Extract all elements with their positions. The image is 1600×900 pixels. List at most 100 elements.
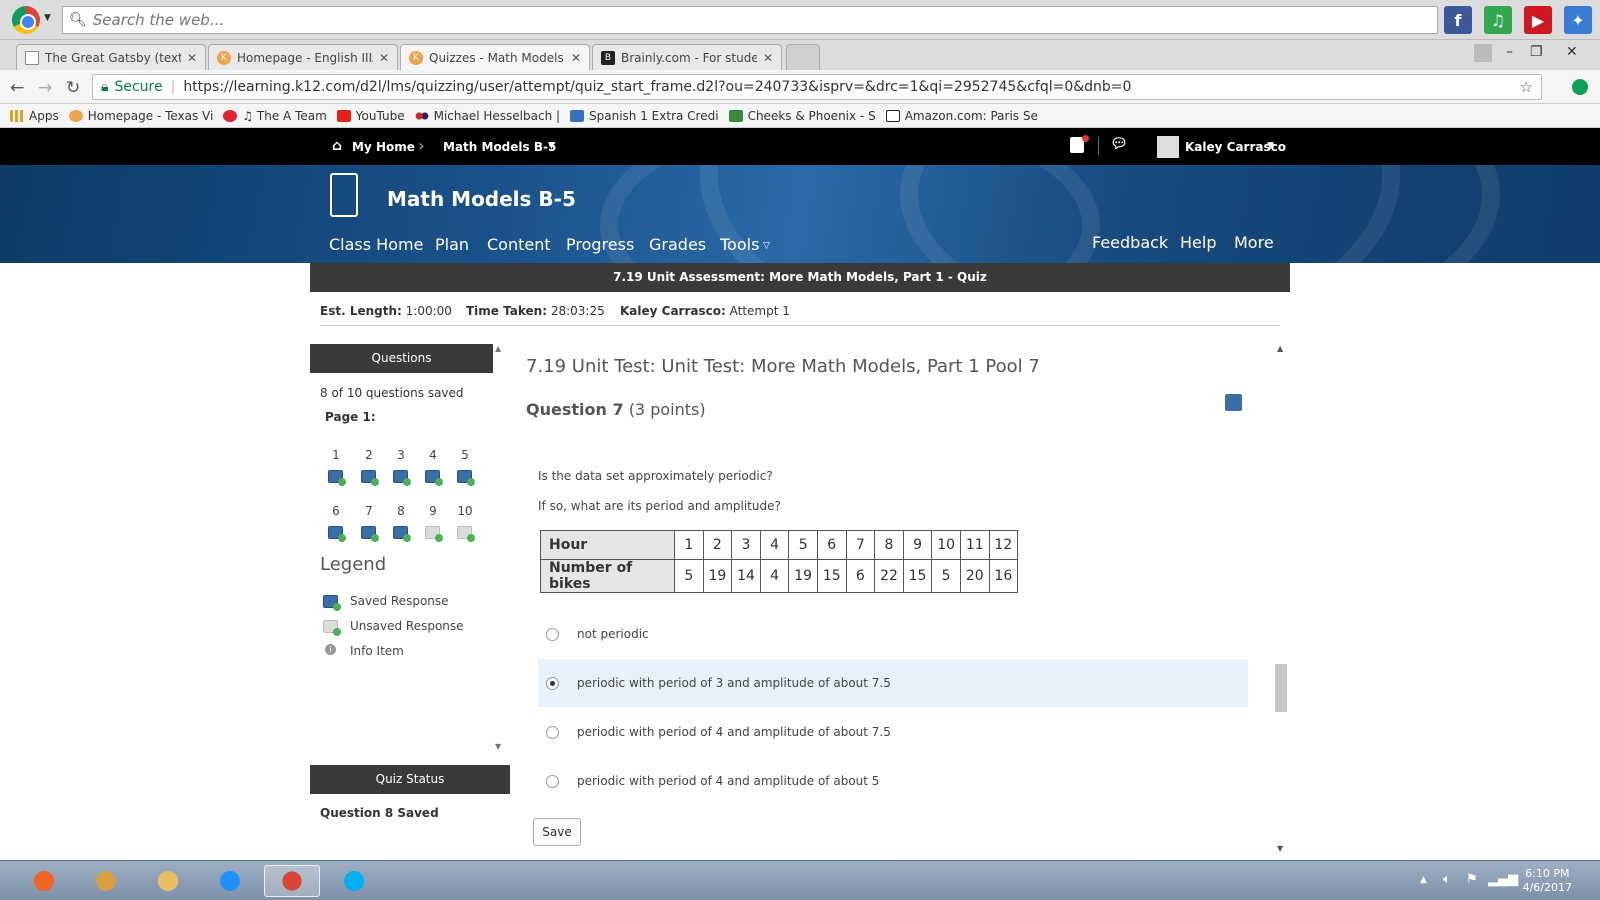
question-link-3[interactable]: 3 [391, 448, 411, 462]
new-tab-button[interactable] [786, 44, 820, 70]
saved-response-icon[interactable] [361, 526, 379, 542]
internet-explorer-icon[interactable] [202, 865, 258, 897]
reload-icon[interactable]: ↻ [66, 78, 80, 98]
question-link-8[interactable]: 8 [391, 504, 411, 518]
chrome-taskbar-icon[interactable] [264, 865, 320, 897]
forward-icon[interactable]: → [38, 78, 52, 98]
close-icon[interactable]: ✕ [763, 51, 773, 65]
unsaved-response-icon[interactable] [457, 526, 475, 542]
tray-chevron-icon[interactable]: ▲ [1420, 875, 1427, 885]
flag-icon[interactable]: ⚑ [1466, 872, 1478, 887]
chrome-menu-icon[interactable] [12, 6, 40, 34]
question-link-1[interactable]: 1 [326, 448, 346, 462]
question-link-7[interactable]: 7 [359, 504, 379, 518]
my-home-link[interactable]: My Home [352, 140, 415, 154]
bookmark-youtube[interactable]: YouTube [336, 109, 405, 123]
youtube-icon[interactable]: ▶ [1524, 6, 1552, 34]
chevron-down-icon[interactable]: ▼ [1267, 141, 1274, 151]
folder-icon[interactable] [140, 865, 196, 897]
minimize-icon[interactable]: – [1506, 44, 1513, 60]
question-link-2[interactable]: 2 [359, 448, 379, 462]
messages-icon[interactable]: 💬︎ [1110, 136, 1128, 152]
bookmark-spanish[interactable]: Spanish 1 Extra Credi [570, 109, 719, 123]
bookmark-cheeks[interactable]: Cheeks & Phoenix - S [728, 109, 876, 123]
unsaved-response-icon[interactable] [425, 526, 443, 542]
radio-button[interactable] [546, 676, 559, 690]
bookmark-texas[interactable]: Homepage - Texas Vi [68, 109, 213, 123]
bookmark-a-team[interactable]: ♫ The A Team [223, 109, 327, 123]
start-button[interactable] [16, 865, 72, 897]
answer-option[interactable]: periodic with period of 3 and amplitude … [538, 659, 1248, 707]
clock[interactable]: 6:10 PM 4/6/2017 [1523, 867, 1572, 895]
saved-response-icon[interactable] [393, 470, 411, 486]
chevron-down-icon[interactable]: ▼ [44, 13, 51, 23]
avatar[interactable] [1157, 136, 1179, 158]
menu-content[interactable]: Content [487, 235, 551, 254]
menu-help[interactable]: Help [1180, 233, 1216, 252]
radio-button[interactable] [546, 627, 559, 641]
answer-option[interactable]: periodic with period of 4 and amplitude … [538, 708, 1248, 756]
bookmark-apps[interactable]: Apps [10, 109, 59, 123]
close-icon[interactable]: ✕ [187, 51, 197, 65]
save-icon[interactable] [1225, 394, 1242, 411]
menu-tools[interactable]: Tools [720, 235, 759, 254]
saved-response-icon[interactable] [361, 470, 379, 486]
network-icon[interactable]: ▂▄▆ [1488, 872, 1518, 887]
save-button[interactable]: Save [533, 818, 581, 846]
chevron-down-icon[interactable]: ▽ [763, 241, 770, 251]
window-close-icon[interactable]: ✕ [1566, 44, 1578, 60]
tab-great-gatsby[interactable]: The Great Gatsby (text).p ✕ [16, 44, 206, 70]
question-link-4[interactable]: 4 [423, 448, 443, 462]
skype-icon[interactable] [326, 865, 382, 897]
tab-quizzes[interactable]: K Quizzes - Math Models E ✕ [400, 44, 590, 70]
scroll-down-icon[interactable]: ▼ [1277, 844, 1283, 853]
course-dropdown[interactable]: Math Models B-5 [443, 140, 556, 154]
radio-button[interactable] [546, 725, 559, 739]
menu-more[interactable]: More [1234, 233, 1274, 252]
chevron-down-icon[interactable]: ▼ [548, 141, 555, 151]
saved-response-icon[interactable] [328, 470, 346, 486]
restore-icon[interactable]: ❐ [1530, 44, 1543, 60]
extension-icon[interactable] [1572, 79, 1588, 95]
scroll-up-icon[interactable]: ▲ [1277, 344, 1283, 353]
music-icon[interactable]: ♫ [1484, 6, 1512, 34]
answer-option[interactable]: periodic with period of 4 and amplitude … [538, 757, 1248, 805]
question-link-9[interactable]: 9 [423, 504, 443, 518]
tab-homepage-english[interactable]: K Homepage - English IIIA ✕ [208, 44, 398, 70]
answer-option[interactable]: not periodic [538, 610, 1248, 658]
web-search-input[interactable] [92, 11, 1330, 29]
question-link-5[interactable]: 5 [455, 448, 475, 462]
url-field[interactable]: 🔒︎ Secure | https://learning.k12.com/d2l… [92, 74, 1542, 100]
menu-feedback[interactable]: Feedback [1092, 233, 1168, 252]
bookmark-michael[interactable]: Michael Hesselbach | [414, 109, 560, 123]
saved-response-icon[interactable] [425, 470, 443, 486]
facebook-icon[interactable]: f [1444, 6, 1472, 34]
star-icon[interactable]: ☆ [1520, 78, 1533, 96]
question-link-10[interactable]: 10 [455, 504, 475, 518]
menu-class-home[interactable]: Class Home [329, 235, 423, 254]
saved-response-icon[interactable] [328, 526, 346, 542]
question-link-6[interactable]: 6 [326, 504, 346, 518]
menu-progress[interactable]: Progress [566, 235, 634, 254]
main-scrollbar[interactable]: ▲ ▼ [1274, 344, 1288, 856]
web-search-box[interactable]: 🔍︎ [62, 6, 1438, 34]
scroll-down-icon[interactable]: ▼ [495, 742, 501, 751]
back-icon[interactable]: ← [10, 78, 24, 98]
menu-plan[interactable]: Plan [435, 235, 469, 254]
close-icon[interactable]: ✕ [379, 51, 389, 65]
games-icon[interactable]: ✦ [1564, 6, 1592, 34]
radio-button[interactable] [546, 774, 559, 788]
volume-icon[interactable]: 🔈︎ [1443, 872, 1451, 887]
tab-brainly[interactable]: B Brainly.com - For studen ✕ [592, 44, 782, 70]
saved-response-icon[interactable] [393, 526, 411, 542]
close-icon[interactable]: ✕ [571, 51, 581, 65]
scroll-thumb[interactable] [1275, 664, 1287, 712]
home-icon[interactable]: ⌂ [332, 138, 342, 154]
bookmark-amazon[interactable]: Amazon.com: Paris Se [885, 109, 1038, 123]
tool-icon[interactable] [78, 865, 134, 897]
questions-scrollbar[interactable]: ▲ ▼ [493, 344, 505, 754]
menu-grades[interactable]: Grades [649, 235, 706, 254]
saved-response-icon[interactable] [457, 470, 475, 486]
scroll-up-icon[interactable]: ▲ [495, 344, 501, 353]
profile-icon[interactable] [1474, 44, 1492, 62]
